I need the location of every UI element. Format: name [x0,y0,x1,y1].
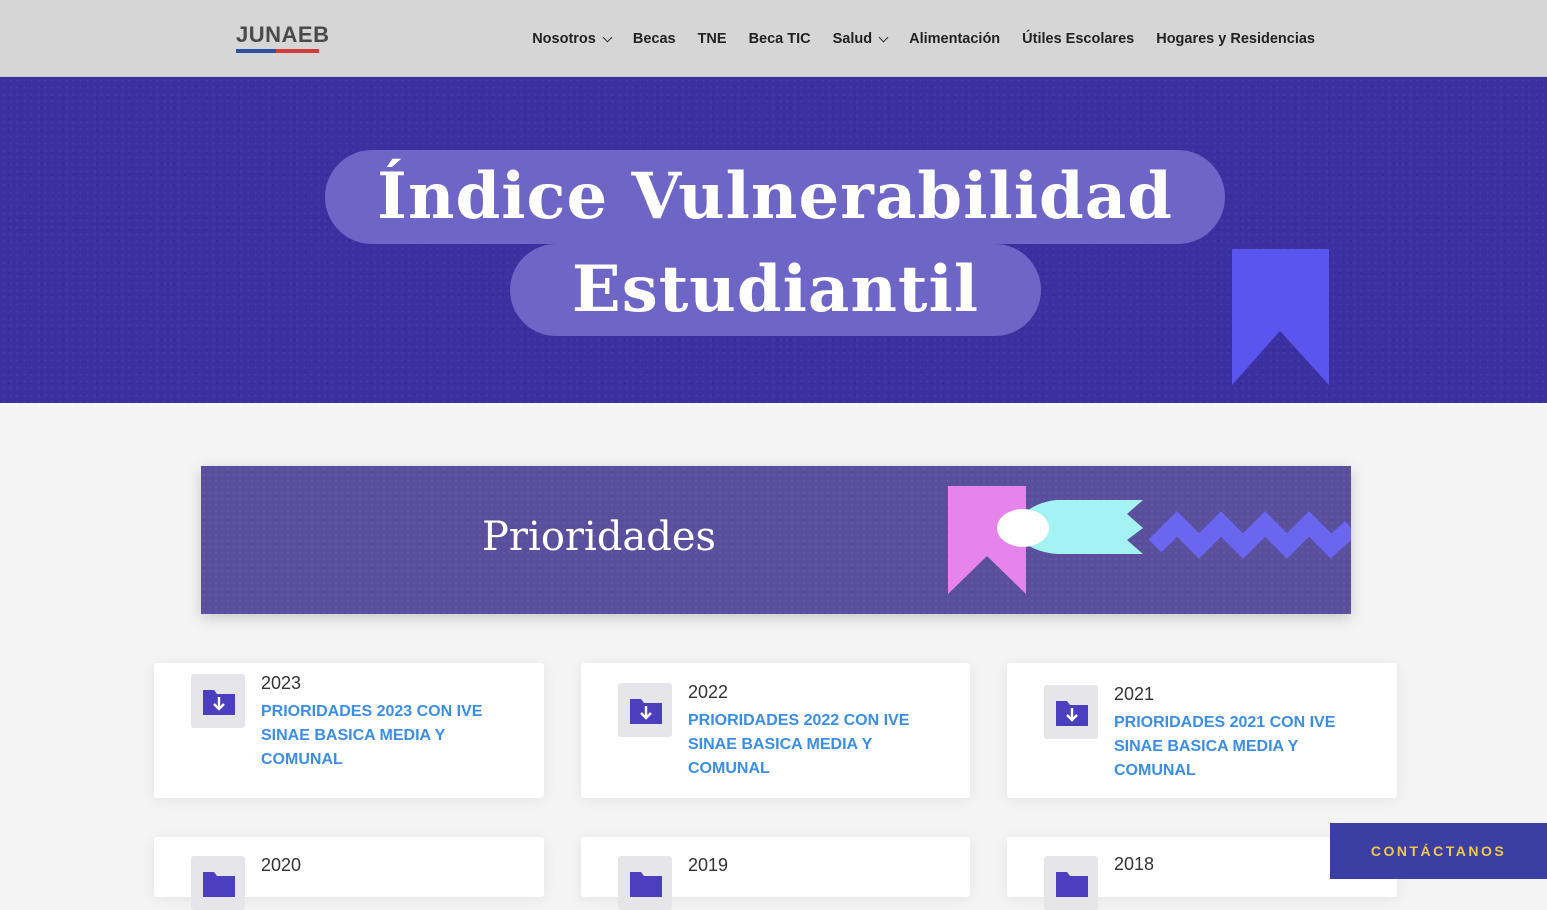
page-title-line1: Índice Vulnerabilidad [377,159,1173,234]
card-year: 2019 [688,855,729,875]
download-card: 2020 [154,837,544,910]
nav-item-tne[interactable]: TNE [698,28,727,50]
download-card: 2019 [581,837,970,910]
folder-download-icon[interactable] [1044,685,1098,739]
prioridades-banner: Prioridades [201,466,1351,614]
logo-flag-bar [236,49,319,53]
folder-download-icon[interactable] [618,683,672,737]
download-link[interactable]: PRIORIDADES 2021 CON IVE SINAE BASICA ME… [1114,711,1344,783]
folder-download-icon[interactable] [191,856,245,910]
folder-download-icon[interactable] [1044,856,1098,910]
download-card: 2021 PRIORIDADES 2021 CON IVE SINAE BASI… [1007,663,1397,798]
main-nav: Nosotros Becas TNE Beca TIC Salud Alimen… [510,28,1315,50]
folder-download-icon[interactable] [618,856,672,910]
download-card: 2023 PRIORIDADES 2023 CON IVE SINAE BASI… [154,663,544,798]
logo-text: JUNAEB [236,22,330,47]
ribbon-decoration [1232,249,1329,385]
contact-button[interactable]: CONTÁCTANOS [1330,823,1547,879]
card-year: 2020 [261,855,302,875]
download-card: 2022 PRIORIDADES 2022 CON IVE SINAE BASI… [581,663,970,798]
site-header: JUNAEB Nosotros Becas TNE Beca TIC Salud… [0,0,1547,77]
chevron-down-icon [878,32,889,42]
banner-decoration [948,486,1351,594]
download-link[interactable]: PRIORIDADES 2023 CON IVE SINAE BASICA ME… [261,700,491,772]
card-year: 2018 [1114,854,1155,874]
nav-item-alimentacion[interactable]: Alimentación [909,28,1000,50]
nav-item-utiles-escolares[interactable]: Útiles Escolares [1022,28,1134,50]
card-year: 2022 [688,682,729,702]
folder-download-icon[interactable] [191,674,245,728]
download-link[interactable]: PRIORIDADES 2022 CON IVE SINAE BASICA ME… [688,709,918,781]
section-title: Prioridades [482,514,717,560]
page-title-line2: Estudiantil [571,252,980,327]
nav-item-beca-tic[interactable]: Beca TIC [749,28,811,50]
card-year: 2021 [1114,684,1155,704]
nav-item-nosotros[interactable]: Nosotros [532,28,613,50]
nav-item-hogares-residencias[interactable]: Hogares y Residencias [1156,28,1315,50]
nav-item-becas[interactable]: Becas [633,28,676,50]
card-year: 2023 [261,673,302,693]
nav-item-salud[interactable]: Salud [833,28,889,50]
chevron-down-icon [602,32,613,42]
hero-section: Índice Vulnerabilidad Estudiantil [0,77,1547,403]
junaeb-logo[interactable]: JUNAEB [236,22,329,54]
